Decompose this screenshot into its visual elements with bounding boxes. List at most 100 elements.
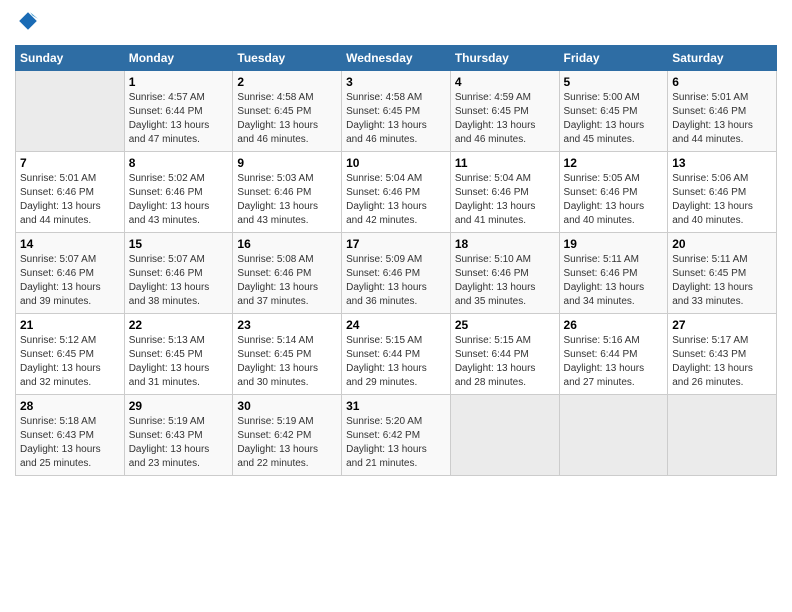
day-info: Sunrise: 5:18 AM Sunset: 6:43 PM Dayligh…: [20, 415, 120, 471]
calendar-cell: 30 Sunrise: 5:19 AM Sunset: 6:42 PM Dayli…: [233, 395, 342, 476]
week-row-4: 21 Sunrise: 5:12 AM Sunset: 6:45 PM Dayli…: [16, 314, 777, 395]
calendar-cell: 27 Sunrise: 5:17 AM Sunset: 6:43 PM Dayli…: [668, 314, 777, 395]
day-info: Sunrise: 5:11 AM Sunset: 6:46 PM Dayligh…: [564, 253, 664, 309]
day-info: Sunrise: 5:00 AM Sunset: 6:45 PM Dayligh…: [564, 91, 664, 147]
calendar-cell: 7 Sunrise: 5:01 AM Sunset: 6:46 PM Daylig…: [16, 152, 125, 233]
column-header-friday: Friday: [559, 46, 668, 71]
day-number: 19: [564, 237, 664, 251]
day-number: 16: [237, 237, 337, 251]
day-number: 25: [455, 318, 555, 332]
column-header-monday: Monday: [124, 46, 233, 71]
day-info: Sunrise: 4:58 AM Sunset: 6:45 PM Dayligh…: [346, 91, 446, 147]
calendar-cell: 13 Sunrise: 5:06 AM Sunset: 6:46 PM Dayli…: [668, 152, 777, 233]
day-number: 3: [346, 75, 446, 89]
header: [15, 10, 777, 37]
calendar-cell: 19 Sunrise: 5:11 AM Sunset: 6:46 PM Dayli…: [559, 233, 668, 314]
calendar-cell: 11 Sunrise: 5:04 AM Sunset: 6:46 PM Dayli…: [450, 152, 559, 233]
day-info: Sunrise: 5:14 AM Sunset: 6:45 PM Dayligh…: [237, 334, 337, 390]
logo: [15, 10, 39, 37]
week-row-5: 28 Sunrise: 5:18 AM Sunset: 6:43 PM Dayli…: [16, 395, 777, 476]
calendar-cell: 22Sunrise: 5:13 AM Sunset: 6:45 PM Dayli…: [124, 314, 233, 395]
calendar-cell: 20 Sunrise: 5:11 AM Sunset: 6:45 PM Dayli…: [668, 233, 777, 314]
day-number: 20: [672, 237, 772, 251]
day-info: Sunrise: 5:17 AM Sunset: 6:43 PM Dayligh…: [672, 334, 772, 390]
day-number: 14: [20, 237, 120, 251]
day-number: 8: [129, 156, 229, 170]
day-info: Sunrise: 5:02 AM Sunset: 6:46 PM Dayligh…: [129, 172, 229, 228]
day-info: Sunrise: 5:11 AM Sunset: 6:45 PM Dayligh…: [672, 253, 772, 309]
calendar-cell: 17 Sunrise: 5:09 AM Sunset: 6:46 PM Dayli…: [342, 233, 451, 314]
week-row-3: 14 Sunrise: 5:07 AM Sunset: 6:46 PM Dayli…: [16, 233, 777, 314]
calendar-cell: [16, 71, 125, 152]
calendar-cell: 10 Sunrise: 5:04 AM Sunset: 6:46 PM Dayli…: [342, 152, 451, 233]
calendar-header-row: SundayMondayTuesdayWednesdayThursdayFrid…: [16, 46, 777, 71]
day-number: 23: [237, 318, 337, 332]
day-number: 9: [237, 156, 337, 170]
day-info: Sunrise: 4:58 AM Sunset: 6:45 PM Dayligh…: [237, 91, 337, 147]
day-info: Sunrise: 5:07 AM Sunset: 6:46 PM Dayligh…: [20, 253, 120, 309]
calendar-cell: 3 Sunrise: 4:58 AM Sunset: 6:45 PM Daylig…: [342, 71, 451, 152]
day-number: 13: [672, 156, 772, 170]
day-info: Sunrise: 5:04 AM Sunset: 6:46 PM Dayligh…: [455, 172, 555, 228]
day-info: Sunrise: 5:04 AM Sunset: 6:46 PM Dayligh…: [346, 172, 446, 228]
calendar-table: SundayMondayTuesdayWednesdayThursdayFrid…: [15, 45, 777, 476]
day-number: 30: [237, 399, 337, 413]
day-number: 28: [20, 399, 120, 413]
calendar-cell: 18 Sunrise: 5:10 AM Sunset: 6:46 PM Dayli…: [450, 233, 559, 314]
day-number: 18: [455, 237, 555, 251]
logo-icon: [17, 10, 39, 32]
day-info: Sunrise: 5:09 AM Sunset: 6:46 PM Dayligh…: [346, 253, 446, 309]
day-info: Sunrise: 4:59 AM Sunset: 6:45 PM Dayligh…: [455, 91, 555, 147]
day-number: 7: [20, 156, 120, 170]
calendar-cell: 5 Sunrise: 5:00 AM Sunset: 6:45 PM Daylig…: [559, 71, 668, 152]
day-info: Sunrise: 5:19 AM Sunset: 6:43 PM Dayligh…: [129, 415, 229, 471]
day-number: 21: [20, 318, 120, 332]
calendar-cell: 12 Sunrise: 5:05 AM Sunset: 6:46 PM Dayli…: [559, 152, 668, 233]
calendar-cell: 9Sunrise: 5:03 AM Sunset: 6:46 PM Daylig…: [233, 152, 342, 233]
column-header-tuesday: Tuesday: [233, 46, 342, 71]
day-info: Sunrise: 4:57 AM Sunset: 6:44 PM Dayligh…: [129, 91, 229, 147]
column-header-sunday: Sunday: [16, 46, 125, 71]
calendar-cell: 23 Sunrise: 5:14 AM Sunset: 6:45 PM Dayli…: [233, 314, 342, 395]
calendar-cell: 26 Sunrise: 5:16 AM Sunset: 6:44 PM Dayli…: [559, 314, 668, 395]
day-number: 12: [564, 156, 664, 170]
calendar-cell: 1 Sunrise: 4:57 AM Sunset: 6:44 PM Daylig…: [124, 71, 233, 152]
day-number: 29: [129, 399, 229, 413]
day-number: 11: [455, 156, 555, 170]
day-info: Sunrise: 5:19 AM Sunset: 6:42 PM Dayligh…: [237, 415, 337, 471]
calendar-cell: 8 Sunrise: 5:02 AM Sunset: 6:46 PM Daylig…: [124, 152, 233, 233]
day-info: Sunrise: 5:05 AM Sunset: 6:46 PM Dayligh…: [564, 172, 664, 228]
calendar-cell: 31 Sunrise: 5:20 AM Sunset: 6:42 PM Dayli…: [342, 395, 451, 476]
day-info: Sunrise: 5:07 AM Sunset: 6:46 PM Dayligh…: [129, 253, 229, 309]
day-info: Sunrise: 5:10 AM Sunset: 6:46 PM Dayligh…: [455, 253, 555, 309]
calendar-cell: 15 Sunrise: 5:07 AM Sunset: 6:46 PM Dayli…: [124, 233, 233, 314]
day-number: 22: [129, 318, 229, 332]
day-number: 27: [672, 318, 772, 332]
calendar-cell: 25Sunrise: 5:15 AM Sunset: 6:44 PM Dayli…: [450, 314, 559, 395]
day-info: Sunrise: 5:15 AM Sunset: 6:44 PM Dayligh…: [346, 334, 446, 390]
week-row-2: 7 Sunrise: 5:01 AM Sunset: 6:46 PM Daylig…: [16, 152, 777, 233]
column-header-thursday: Thursday: [450, 46, 559, 71]
column-header-wednesday: Wednesday: [342, 46, 451, 71]
day-number: 17: [346, 237, 446, 251]
day-info: Sunrise: 5:01 AM Sunset: 6:46 PM Dayligh…: [20, 172, 120, 228]
calendar-cell: 6Sunrise: 5:01 AM Sunset: 6:46 PM Daylig…: [668, 71, 777, 152]
day-info: Sunrise: 5:16 AM Sunset: 6:44 PM Dayligh…: [564, 334, 664, 390]
day-info: Sunrise: 5:20 AM Sunset: 6:42 PM Dayligh…: [346, 415, 446, 471]
day-number: 24: [346, 318, 446, 332]
calendar-cell: 29 Sunrise: 5:19 AM Sunset: 6:43 PM Dayli…: [124, 395, 233, 476]
calendar-cell: 2 Sunrise: 4:58 AM Sunset: 6:45 PM Daylig…: [233, 71, 342, 152]
day-number: 10: [346, 156, 446, 170]
day-number: 15: [129, 237, 229, 251]
day-number: 31: [346, 399, 446, 413]
calendar-cell: [450, 395, 559, 476]
day-info: Sunrise: 5:12 AM Sunset: 6:45 PM Dayligh…: [20, 334, 120, 390]
day-number: 1: [129, 75, 229, 89]
calendar-cell: [559, 395, 668, 476]
day-number: 6: [672, 75, 772, 89]
main-container: SundayMondayTuesdayWednesdayThursdayFrid…: [0, 0, 792, 486]
day-info: Sunrise: 5:06 AM Sunset: 6:46 PM Dayligh…: [672, 172, 772, 228]
day-number: 26: [564, 318, 664, 332]
day-number: 5: [564, 75, 664, 89]
day-number: 2: [237, 75, 337, 89]
